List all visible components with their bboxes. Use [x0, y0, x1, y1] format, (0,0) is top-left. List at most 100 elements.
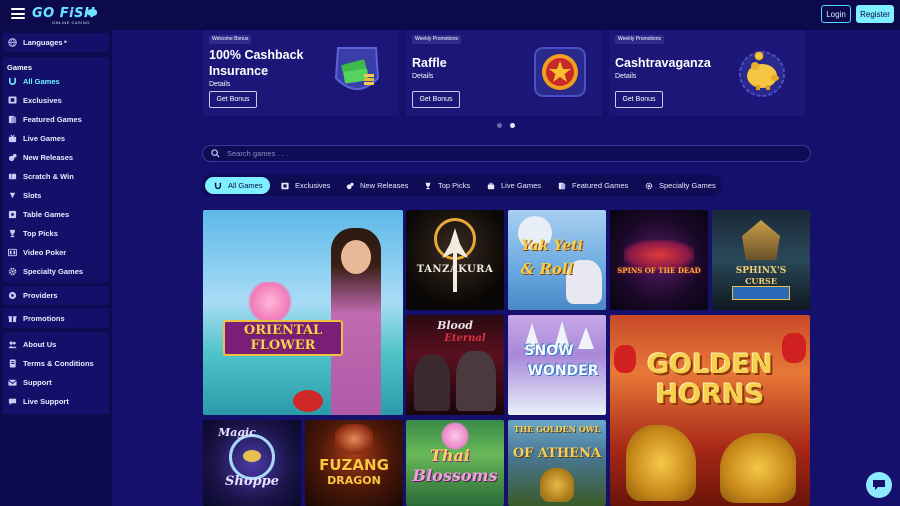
globe-icon	[7, 37, 17, 47]
sidebar-item-table-games[interactable]: Table Games	[7, 208, 69, 220]
sidebar-item-support[interactable]: Support	[7, 376, 52, 388]
sidebar-item-specialty-games[interactable]: Specialty Games	[7, 265, 83, 277]
sidebar-item-terms[interactable]: Terms & Conditions	[7, 357, 94, 369]
horseshoe-icon	[7, 76, 17, 86]
game-tile-thai-blossoms[interactable]: Thai Blossoms	[406, 420, 504, 506]
tab-all-games[interactable]: All Games	[205, 177, 270, 194]
sidebar-item-all-games[interactable]: All Games	[7, 75, 60, 87]
sidebar-item-featured-games[interactable]: Featured Games	[7, 113, 82, 125]
game-title-line2: OF ATHENA	[512, 446, 602, 461]
game-tile-golden-owl-of-athena[interactable]: THE GOLDEN OWL OF ATHENA	[508, 420, 606, 506]
chat-icon	[7, 396, 17, 406]
gear-icon	[7, 266, 17, 276]
sidebar-item-top-picks[interactable]: Top Picks	[7, 227, 58, 239]
game-tile-blood-eternal[interactable]: Blood Eternal	[406, 315, 504, 415]
trophy-icon	[7, 228, 17, 238]
game-title: THE GOLDEN OWL	[513, 424, 601, 434]
sidebar-item-new-releases[interactable]: New Releases	[7, 151, 73, 163]
title-banner	[732, 286, 790, 300]
tab-live-games[interactable]: Live Games	[486, 177, 541, 194]
game-tile-oriental-flower[interactable]: ORIENTAL FLOWER	[203, 210, 403, 415]
tab-featured-games[interactable]: Featured Games	[557, 177, 628, 194]
promo-details-link[interactable]: Details	[615, 73, 636, 80]
poker-icon	[7, 247, 17, 257]
game-title: TANZAKURA	[416, 264, 494, 275]
sidebar-item-label: Slots	[23, 190, 42, 200]
tab-label: Exclusives	[295, 181, 331, 190]
login-button[interactable]: Login	[821, 5, 851, 23]
game-tile-golden-horns[interactable]: GOLDEN HORNS	[610, 315, 810, 506]
live-chat-button[interactable]	[866, 472, 892, 498]
cards-icon	[7, 114, 17, 124]
live-icon	[7, 133, 17, 143]
languages-button[interactable]: Languages ▸	[7, 36, 67, 48]
gift-icon	[7, 313, 17, 323]
game-tile-sphinxs-curse[interactable]: SPHINX'S CURSE	[712, 210, 810, 310]
sidebar-item-video-poker[interactable]: Video Poker	[7, 246, 66, 258]
caret-right-icon: ▸	[64, 39, 68, 45]
sidebar-item-label: Promotions	[23, 313, 65, 323]
tab-exclusives[interactable]: Exclusives	[280, 177, 330, 194]
sidebar-item-label: Table Games	[23, 209, 70, 219]
tab-label: Featured Games	[572, 181, 629, 190]
game-tile-snow-wonder[interactable]: SNOW WONDER	[508, 315, 606, 415]
sidebar-item-about-us[interactable]: About Us	[7, 338, 56, 350]
game-title: ORIENTAL	[243, 323, 323, 338]
tab-new-releases[interactable]: New Releases	[345, 177, 408, 194]
red-flower	[293, 390, 323, 412]
get-bonus-button[interactable]: Get Bonus	[615, 91, 663, 108]
tab-top-picks[interactable]: Top Picks	[423, 177, 470, 194]
sidebar-item-label: Featured Games	[23, 114, 82, 124]
tab-specialty-games[interactable]: Specialty Games	[644, 177, 716, 194]
document-icon	[7, 358, 17, 368]
sidebar-item-live-support[interactable]: Live Support	[7, 395, 69, 407]
game-tile-fuzang-dragon[interactable]: FUZANG DRAGON	[305, 420, 403, 506]
hamburger-menu-icon[interactable]	[11, 8, 25, 19]
cards-icon	[557, 182, 567, 190]
horseshoe-icon	[213, 182, 223, 190]
carousel-dot-active[interactable]	[510, 123, 515, 128]
sidebar-item-exclusives[interactable]: Exclusives	[7, 94, 62, 106]
sidebar-item-promotions[interactable]: Promotions	[7, 312, 65, 324]
gear-icon	[644, 182, 654, 190]
promo-card-raffle[interactable]: Weekly Promotions Raffle Details Get Bon…	[406, 30, 602, 116]
carousel-dot[interactable]	[497, 123, 502, 128]
sidebar-item-scratch-win[interactable]: Scratch & Win	[7, 170, 74, 182]
register-button[interactable]: Register	[856, 5, 894, 23]
sidebar-item-live-games[interactable]: Live Games	[7, 132, 65, 144]
sidebar-item-label: Support	[23, 377, 52, 387]
golden-bull-right	[720, 433, 796, 503]
search-icon	[211, 149, 220, 158]
sidebar-item-label: About Us	[23, 339, 57, 349]
search-bar[interactable]	[202, 145, 811, 162]
live-icon	[486, 182, 496, 190]
promo-badge: Welcome Bonus	[209, 35, 252, 44]
get-bonus-button[interactable]: Get Bonus	[209, 91, 257, 108]
logo[interactable]: GO FiSH	[32, 6, 95, 21]
sidebar-item-label: Live Games	[23, 133, 66, 143]
sparkle-icon	[345, 182, 355, 190]
sidebar-item-providers[interactable]: Providers	[7, 289, 58, 301]
promo-card-cashback[interactable]: Welcome Bonus 100% Cashback Insurance De…	[203, 30, 399, 116]
game-title-line2: CURSE	[745, 276, 777, 286]
promo-card-cashtravaganza[interactable]: Weekly Promotions Cashtravaganza Details…	[609, 30, 805, 116]
game-title-line2: DRAGON	[327, 474, 381, 487]
game-tile-magic-shoppe[interactable]: Magic Shoppe	[203, 420, 301, 506]
owl-figure	[540, 468, 574, 502]
top-bar: GO FiSH ONLINE CASINO Login Register	[0, 0, 900, 30]
lotus-flower	[245, 282, 295, 322]
search-input[interactable]	[227, 146, 787, 161]
promo-details-link[interactable]: Details	[209, 81, 230, 88]
film-icon	[280, 182, 290, 190]
sidebar-item-slots[interactable]: Slots	[7, 189, 41, 201]
mail-icon	[7, 377, 17, 387]
star-coin-icon	[531, 40, 589, 102]
get-bonus-button[interactable]: Get Bonus	[412, 91, 460, 108]
sidebar-item-label: Scratch & Win	[23, 171, 74, 181]
game-tile-tanzakura[interactable]: TANZAKURA	[406, 210, 504, 310]
game-tile-spins-of-the-dead[interactable]: SPINS OF THE DEAD	[610, 210, 708, 310]
promo-details-link[interactable]: Details	[412, 73, 433, 80]
game-title-line2: Eternal	[444, 333, 486, 344]
game-tile-yak-yeti-roll[interactable]: Yak Yeti & Roll	[508, 210, 606, 310]
promo-badge: Weekly Promotions	[615, 35, 664, 44]
